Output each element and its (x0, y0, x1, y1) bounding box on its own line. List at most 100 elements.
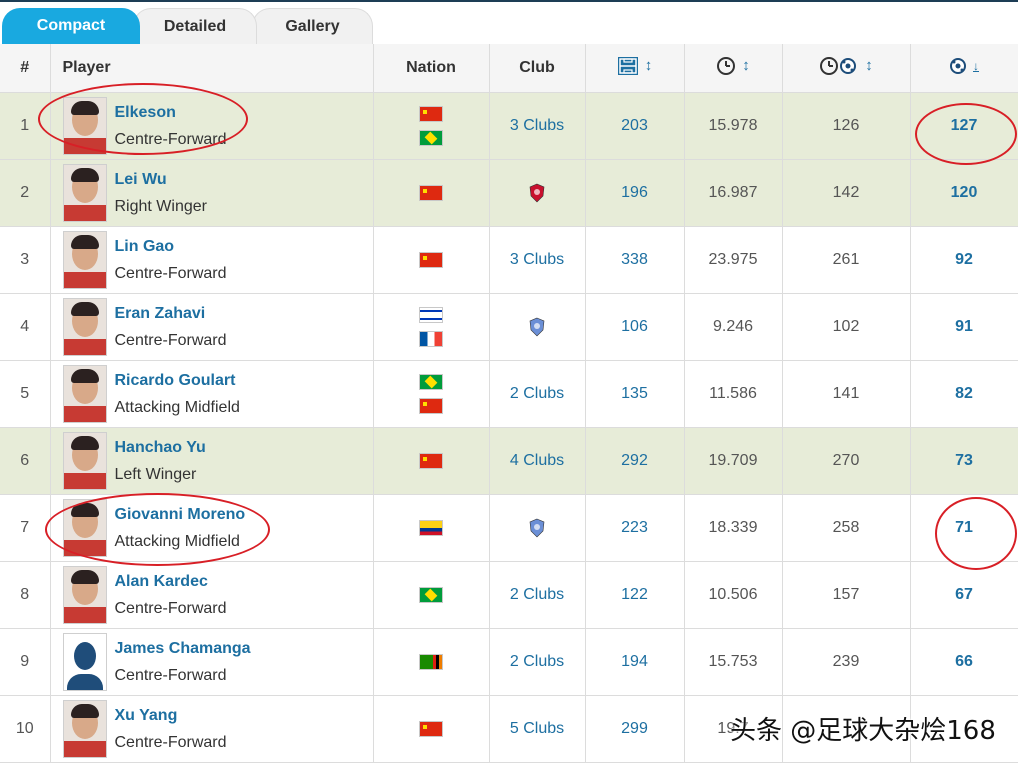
flag-cn-icon (419, 453, 443, 469)
appearances-link[interactable]: 194 (621, 653, 648, 670)
appearances-link[interactable]: 223 (621, 519, 648, 536)
appearances-cell: 292 (585, 427, 685, 495)
clubs-link[interactable]: 5 Clubs (510, 720, 564, 737)
shanghai-sipg-crest-icon[interactable] (528, 183, 546, 203)
player-name-link[interactable]: Xu Yang (115, 702, 227, 729)
player-name-link[interactable]: Elkeson (115, 99, 227, 126)
goals-link[interactable]: 120 (951, 184, 978, 201)
appearances-cell: 194 (585, 628, 685, 696)
minutes-cell: 19.709 (684, 427, 783, 495)
nation-cell (373, 360, 490, 428)
appearances-link[interactable]: 196 (621, 184, 648, 201)
player-name-link[interactable]: Ricardo Goulart (115, 367, 240, 394)
avatar[interactable] (62, 97, 107, 155)
avatar[interactable] (62, 231, 107, 289)
player-cell: Eran Zahavi Centre-Forward (50, 293, 374, 361)
table-row: 1 Elkeson Centre-Forward 3 Clubs 203 15.… (0, 92, 1018, 160)
avatar[interactable] (62, 164, 107, 222)
table-row: 5 Ricardo Goulart Attacking Midfield 2 C… (0, 360, 1018, 428)
col-player-header[interactable]: Player (50, 44, 374, 93)
tab-detailed[interactable]: Detailed (133, 8, 257, 44)
goals-cell: 66 (910, 628, 1018, 696)
appearances-link[interactable]: 299 (621, 720, 648, 737)
goals-link[interactable]: 67 (955, 586, 973, 603)
avatar[interactable] (62, 700, 107, 758)
avatar[interactable] (62, 365, 107, 423)
flag-cn-icon (419, 252, 443, 268)
appearances-cell: 338 (585, 226, 685, 294)
appearances-cell: 196 (585, 159, 685, 227)
col-minutes-header[interactable]: ↕ (684, 44, 783, 93)
goals-link[interactable]: 127 (951, 117, 978, 134)
tab-compact[interactable]: Compact (2, 8, 140, 44)
minutes-cell: 15.753 (684, 628, 783, 696)
goals-link[interactable]: 92 (955, 251, 973, 268)
avatar[interactable] (62, 432, 107, 490)
clubs-link[interactable]: 2 Clubs (510, 385, 564, 402)
minutes-per-goal-cell: 258 (782, 494, 911, 562)
flag-co-icon (419, 520, 443, 536)
avatar[interactable] (62, 499, 107, 557)
player-name-link[interactable]: Lei Wu (115, 166, 207, 193)
shanghai-shenhua-crest-icon[interactable] (528, 518, 546, 538)
appearances-link[interactable]: 338 (621, 251, 648, 268)
clubs-link[interactable]: 2 Clubs (510, 653, 564, 670)
club-cell: 2 Clubs (489, 360, 586, 428)
player-name-link[interactable]: Alan Kardec (115, 568, 227, 595)
goals-link[interactable]: 82 (955, 385, 973, 402)
table-row: 8 Alan Kardec Centre-Forward 2 Clubs 122… (0, 561, 1018, 629)
avatar[interactable] (62, 298, 107, 356)
appearances-link[interactable]: 203 (621, 117, 648, 134)
minutes-per-goal-cell: 141 (782, 360, 911, 428)
player-position: Centre-Forward (114, 265, 227, 282)
clock-icon (717, 56, 736, 75)
sort-desc-icon[interactable]: ↓ (973, 59, 979, 73)
player-cell: Lei Wu Right Winger (50, 159, 374, 227)
col-minutes-per-goal-header[interactable]: ↕ (782, 44, 911, 93)
tab-gallery[interactable]: Gallery (252, 8, 373, 44)
goals-cell: 67 (910, 561, 1018, 629)
clubs-link[interactable]: 4 Clubs (510, 452, 564, 469)
appearances-link[interactable]: 122 (621, 586, 648, 603)
col-rank-header: # (0, 44, 51, 93)
nation-cell (373, 427, 490, 495)
minutes-cell: 16.987 (684, 159, 783, 227)
appearances-link[interactable]: 106 (621, 318, 648, 335)
table-row: 3 Lin Gao Centre-Forward 3 Clubs 338 23.… (0, 226, 1018, 294)
player-name-link[interactable]: Giovanni Moreno (115, 501, 246, 528)
player-name-link[interactable]: Eran Zahavi (115, 300, 227, 327)
club-cell (489, 494, 586, 562)
club-cell: 3 Clubs (489, 92, 586, 160)
goals-link[interactable]: 71 (955, 519, 973, 536)
clubs-link[interactable]: 2 Clubs (510, 586, 564, 603)
avatar[interactable] (62, 633, 107, 691)
minutes-cell: 9.246 (684, 293, 783, 361)
appearances-cell: 299 (585, 695, 685, 763)
player-cell: Ricardo Goulart Attacking Midfield (50, 360, 374, 428)
club-cell: 2 Clubs (489, 561, 586, 629)
table-row: 6 Hanchao Yu Left Winger 4 Clubs 292 19.… (0, 427, 1018, 495)
avatar[interactable] (62, 566, 107, 624)
clubs-link[interactable]: 3 Clubs (510, 251, 564, 268)
col-appearances-header[interactable]: ↕ (585, 44, 685, 93)
appearances-cell: 203 (585, 92, 685, 160)
player-name-link[interactable]: Lin Gao (115, 233, 227, 260)
player-name-link[interactable]: James Chamanga (115, 635, 251, 662)
appearances-link[interactable]: 292 (621, 452, 648, 469)
sort-both-icon[interactable]: ↕ (865, 57, 873, 74)
table-row: 4 Eran Zahavi Centre-Forward 106 9.246 1… (0, 293, 1018, 361)
sort-both-icon[interactable]: ↕ (645, 57, 653, 74)
player-name-link[interactable]: Hanchao Yu (115, 434, 206, 461)
goals-link[interactable]: 66 (955, 653, 973, 670)
club-crest-icon[interactable] (528, 317, 546, 337)
player-position: Centre-Forward (114, 600, 227, 617)
rank-cell: 8 (0, 561, 51, 629)
nation-cell (373, 226, 490, 294)
sort-both-icon[interactable]: ↕ (742, 57, 750, 74)
col-goals-header[interactable]: ↓ (910, 44, 1018, 93)
goals-cell: 120 (910, 159, 1018, 227)
clubs-link[interactable]: 3 Clubs (510, 117, 564, 134)
appearances-link[interactable]: 135 (621, 385, 648, 402)
goals-link[interactable]: 73 (955, 452, 973, 469)
goals-link[interactable]: 91 (955, 318, 973, 335)
